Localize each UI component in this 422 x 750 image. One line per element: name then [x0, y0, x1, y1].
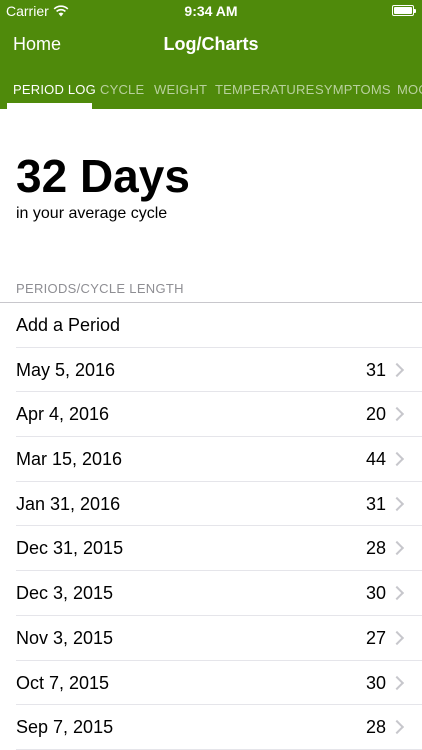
chevron-right-icon — [389, 541, 405, 556]
period-row[interactable]: Sep 7, 2015 28 — [0, 705, 422, 750]
tab-bar: PERIOD LOG CYCLE WEIGHT TEMPERATURE SYMP… — [0, 72, 422, 109]
cycle-length: 27 — [365, 627, 386, 648]
status-time: 9:34 AM — [184, 3, 238, 19]
chevron-right-icon — [389, 362, 405, 377]
period-date: Oct 7, 2015 — [16, 672, 110, 693]
add-period-button[interactable]: Add a Period — [0, 303, 422, 348]
period-date: Sep 7, 2015 — [16, 717, 114, 738]
page-title: Log/Charts — [163, 34, 259, 54]
period-date: May 5, 2016 — [16, 359, 116, 380]
period-row[interactable]: Dec 31, 2015 28 — [0, 526, 422, 571]
chevron-right-icon — [389, 675, 405, 690]
cycle-length: 30 — [365, 672, 386, 693]
tab-period-log[interactable]: PERIOD LOG — [13, 82, 96, 97]
battery-icon — [392, 5, 416, 16]
period-date: Mar 15, 2016 — [16, 449, 123, 470]
navigation-bar: Home Log/Charts — [0, 22, 422, 68]
period-date: Dec 31, 2015 — [16, 538, 124, 559]
average-cycle-value: 32 Days — [16, 150, 190, 202]
period-row[interactable]: Nov 3, 2015 27 — [0, 616, 422, 661]
period-list: Add a Period May 5, 2016 31 Apr 4, 2016 … — [0, 303, 422, 750]
chevron-right-icon — [389, 586, 405, 601]
cycle-length: 20 — [365, 404, 386, 425]
tab-cycle[interactable]: CYCLE — [100, 82, 144, 97]
battery-level — [394, 7, 412, 14]
tab-weight[interactable]: WEIGHT — [154, 82, 207, 97]
status-bar: Carrier 9:34 AM — [0, 0, 422, 22]
tab-moods[interactable]: MOO — [397, 82, 422, 97]
cycle-length: 44 — [365, 449, 386, 470]
period-row[interactable]: Dec 3, 2015 30 — [0, 571, 422, 616]
cycle-summary: 32 Days in your average cycle — [16, 150, 190, 223]
period-row[interactable]: Oct 7, 2015 30 — [0, 661, 422, 706]
tab-symptoms[interactable]: SYMPTOMS — [315, 82, 391, 97]
chevron-right-icon — [389, 407, 405, 422]
period-date: Apr 4, 2016 — [16, 404, 110, 425]
section-header: PERIODS/CYCLE LENGTH — [16, 281, 184, 296]
chevron-right-icon — [389, 496, 405, 511]
cycle-length: 28 — [365, 538, 386, 559]
period-row[interactable]: Apr 4, 2016 20 — [0, 392, 422, 437]
period-row[interactable]: May 5, 2016 31 — [0, 348, 422, 393]
add-period-label: Add a Period — [16, 315, 121, 335]
chevron-right-icon — [389, 630, 405, 645]
average-cycle-caption: in your average cycle — [16, 205, 168, 222]
chevron-right-icon — [389, 720, 405, 735]
cycle-length: 31 — [365, 359, 386, 380]
period-date: Jan 31, 2016 — [16, 493, 121, 514]
cycle-length: 31 — [365, 493, 386, 514]
active-tab-indicator — [7, 103, 92, 109]
cycle-length: 30 — [365, 583, 386, 604]
cycle-length: 28 — [365, 717, 386, 738]
header: Carrier 9:34 AM Home Log/Charts PERIOD L… — [0, 0, 422, 109]
period-row[interactable]: Jan 31, 2016 31 — [0, 482, 422, 527]
period-date: Nov 3, 2015 — [16, 627, 114, 648]
app-screen: Carrier 9:34 AM Home Log/Charts PERIOD L… — [0, 0, 422, 750]
chevron-right-icon — [389, 451, 405, 467]
tab-temperature[interactable]: TEMPERATURE — [215, 82, 314, 97]
period-row[interactable]: Mar 15, 2016 44 — [0, 437, 422, 482]
period-date: Dec 3, 2015 — [16, 583, 114, 604]
